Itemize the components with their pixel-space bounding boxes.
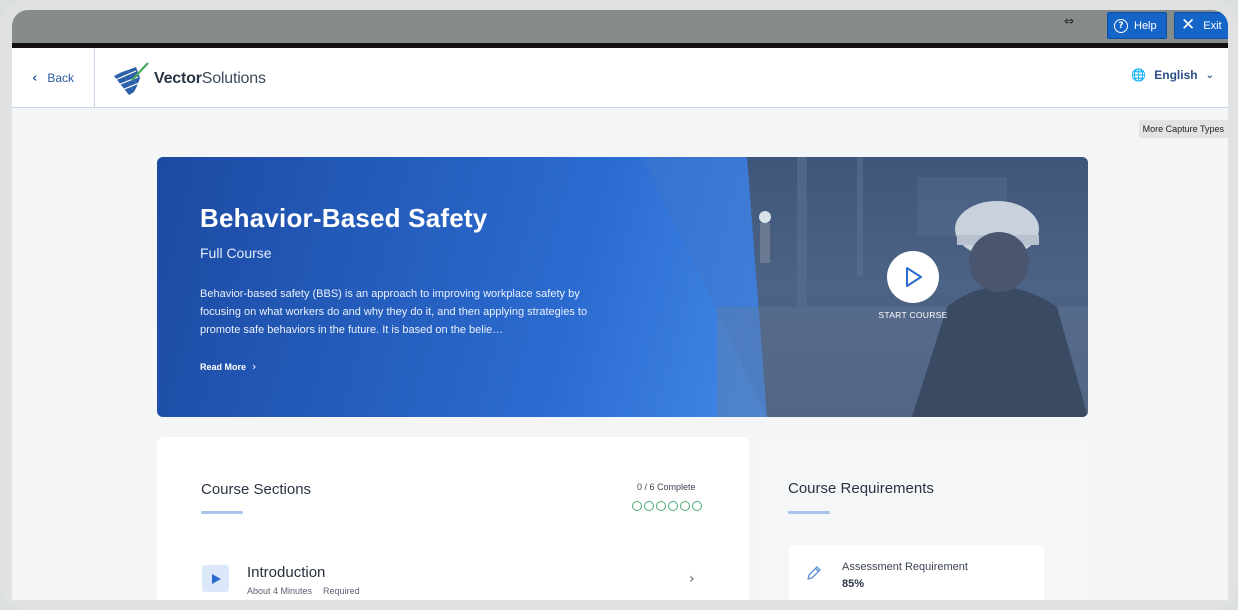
sections-title: Course Sections: [201, 481, 312, 498]
requirements-title: Course Requirements: [788, 480, 934, 497]
course-sections-panel: Course Sections 0 / 6 Complete Introduct…: [157, 437, 749, 600]
title-underline: [788, 511, 830, 514]
section-duration: About 4 Minutes: [247, 586, 313, 596]
back-label: Back: [47, 71, 75, 85]
section-status: Required: [323, 586, 360, 596]
section-title: Introduction: [247, 564, 326, 581]
video-icon: [202, 565, 229, 592]
course-hero: Behavior-Based Safety Full Course Behavi…: [157, 157, 1088, 417]
help-button[interactable]: ? Help: [1107, 12, 1167, 39]
progress-dots: [632, 501, 702, 511]
read-more-link[interactable]: Read More ›: [200, 360, 256, 373]
exit-button[interactable]: ✕ Exit: [1174, 12, 1228, 39]
help-label: Help: [1134, 19, 1157, 32]
course-subtitle: Full Course: [200, 245, 272, 261]
title-underline: [201, 511, 243, 514]
read-more-label: Read More: [200, 361, 247, 372]
progress-dot: [644, 501, 654, 511]
progress-dot: [632, 501, 642, 511]
assessment-requirement-card: Assessment Requirement 85%: [789, 545, 1044, 600]
section-meta: About 4 Minutes Required: [247, 586, 360, 596]
chevron-down-icon: ⌄: [1205, 69, 1214, 81]
start-course-button[interactable]: [887, 251, 939, 303]
globe-icon: 🌐: [1131, 68, 1147, 82]
pencil-icon: [807, 566, 821, 580]
language-selector[interactable]: 🌐 English ⌄: [1131, 68, 1214, 82]
progress-label: 0 / 6 Complete: [637, 482, 696, 492]
course-requirements-panel: Course Requirements Assessment Requireme…: [759, 437, 1088, 600]
chevron-right-icon: ›: [689, 571, 695, 587]
device-frame: ⇔ ? Help ✕ Exit ‹ Back VectorSolutions 🌐…: [0, 0, 1238, 610]
progress-dot: [680, 501, 690, 511]
play-icon: [906, 267, 922, 287]
logo-wordmark: VectorSolutions: [154, 70, 266, 87]
capture-types-tooltip: More Capture Types: [1138, 120, 1228, 138]
progress-dot: [656, 501, 666, 511]
requirement-label: Assessment Requirement: [842, 561, 968, 573]
requirement-value: 85%: [842, 578, 865, 590]
back-button[interactable]: ‹ Back: [12, 48, 95, 108]
app-window: ⇔ ? Help ✕ Exit ‹ Back VectorSolutions 🌐…: [12, 10, 1228, 600]
language-label: English: [1154, 68, 1198, 82]
resize-icon[interactable]: ⇔: [1064, 14, 1074, 28]
course-title: Behavior-Based Safety: [200, 203, 488, 233]
progress-dot: [692, 501, 702, 511]
progress-dot: [668, 501, 678, 511]
course-description: Behavior-based safety (BBS) is an approa…: [200, 288, 588, 336]
page-header: ‹ Back VectorSolutions 🌐 English ⌄: [12, 48, 1228, 108]
chevron-right-icon: ›: [252, 360, 257, 373]
logo-mark-icon: [114, 62, 149, 95]
exit-label: Exit: [1203, 19, 1222, 32]
vector-solutions-logo: VectorSolutions: [112, 62, 266, 96]
help-icon: ?: [1114, 18, 1128, 33]
chevron-left-icon: ‹: [32, 70, 38, 86]
capture-toolbar: ⇔ ? Help ✕ Exit: [12, 10, 1228, 43]
close-icon: ✕: [1181, 15, 1196, 35]
start-course-label[interactable]: START COURSE: [873, 310, 953, 320]
